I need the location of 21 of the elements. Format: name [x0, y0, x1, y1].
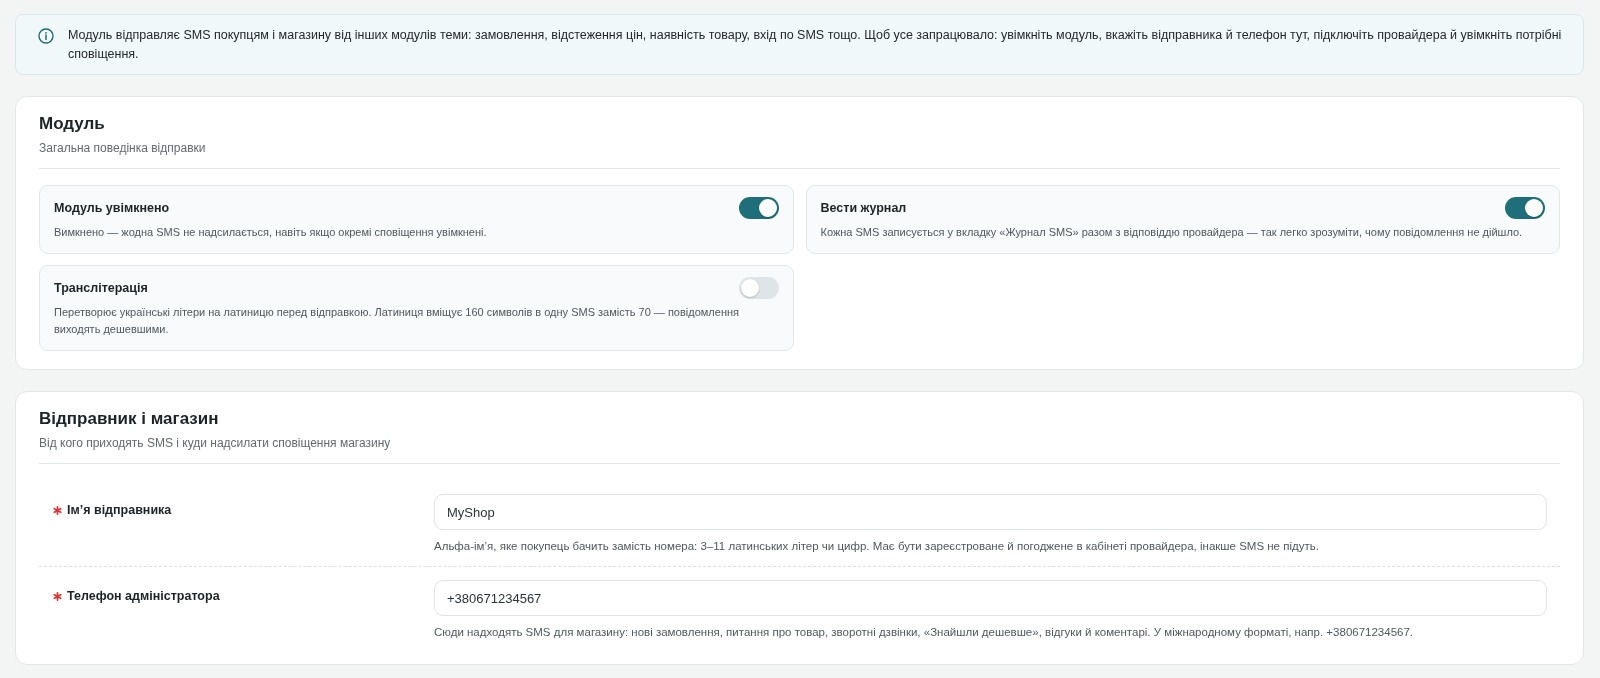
info-text: Модуль відправляє SMS покупцям і магазину від інших модулів теми: замовлення, відстеження цін, наявність товару, вхід по SMS тощо. Щоб усе запрацювало: увімкніть модуль, вкажіть відправника й телефон тут, підключіть провайдера й увімкніть потрібні сповіщення. [68, 27, 1563, 63]
setting-label: Вести журнал [820, 201, 907, 215]
field-label: Телефон адміністратора [67, 589, 220, 603]
toggle-switch[interactable] [738, 277, 779, 299]
setting-label: Транслітерація [54, 281, 148, 295]
info-icon [38, 28, 54, 44]
field-hint: Альфа-ім’я, яке покупець бачить замість номера: 3–11 латинських літер чи цифр. Має бути зареєстроване й погоджене в кабінеті провайдера, інакше SMS не підуть. [434, 539, 1320, 554]
input-field[interactable]: MyShop [434, 494, 1547, 530]
setting-description: Кожна SMS записується у вкладку «Журнал SMS» разом з відповіддю провайдера — так легко зрозуміти, чому повідомлення не дійшло. [820, 225, 1524, 240]
setting-label: Модуль увімкнено [54, 201, 170, 215]
section-subtitle: Загальна поведінка відправки [39, 140, 207, 156]
field-label: Ім’я відправника [67, 503, 172, 517]
setting-description: Перетворює українські літери на латиницю перед відправкою. Латиниця вміщує 160 символів в одну SMS замість 70 — повідомлення виходять дешевшими. [54, 305, 740, 337]
toggle-switch[interactable] [1505, 197, 1545, 219]
section-subtitle: Від кого приходять SMS і куди надсилати сповіщення магазину [39, 435, 392, 451]
field-hint: Сюди надходять SMS для магазину: нові замовлення, питання про товар, зворотні дзвінки, «Знайшли дешевше», відгуки й коментарі. У міжнародному форматі, напр. +380671234567. [434, 625, 1415, 640]
toggle-switch[interactable] [738, 197, 779, 219]
input-field[interactable]: +380671234567 [434, 580, 1547, 616]
section-title: Відправник і магазин [39, 408, 220, 430]
section-title: Модуль [39, 113, 106, 135]
setting-description: Вимкнено — жодна SMS не надсилається, навіть якщо окремі сповіщення увімкнені. [54, 225, 488, 240]
